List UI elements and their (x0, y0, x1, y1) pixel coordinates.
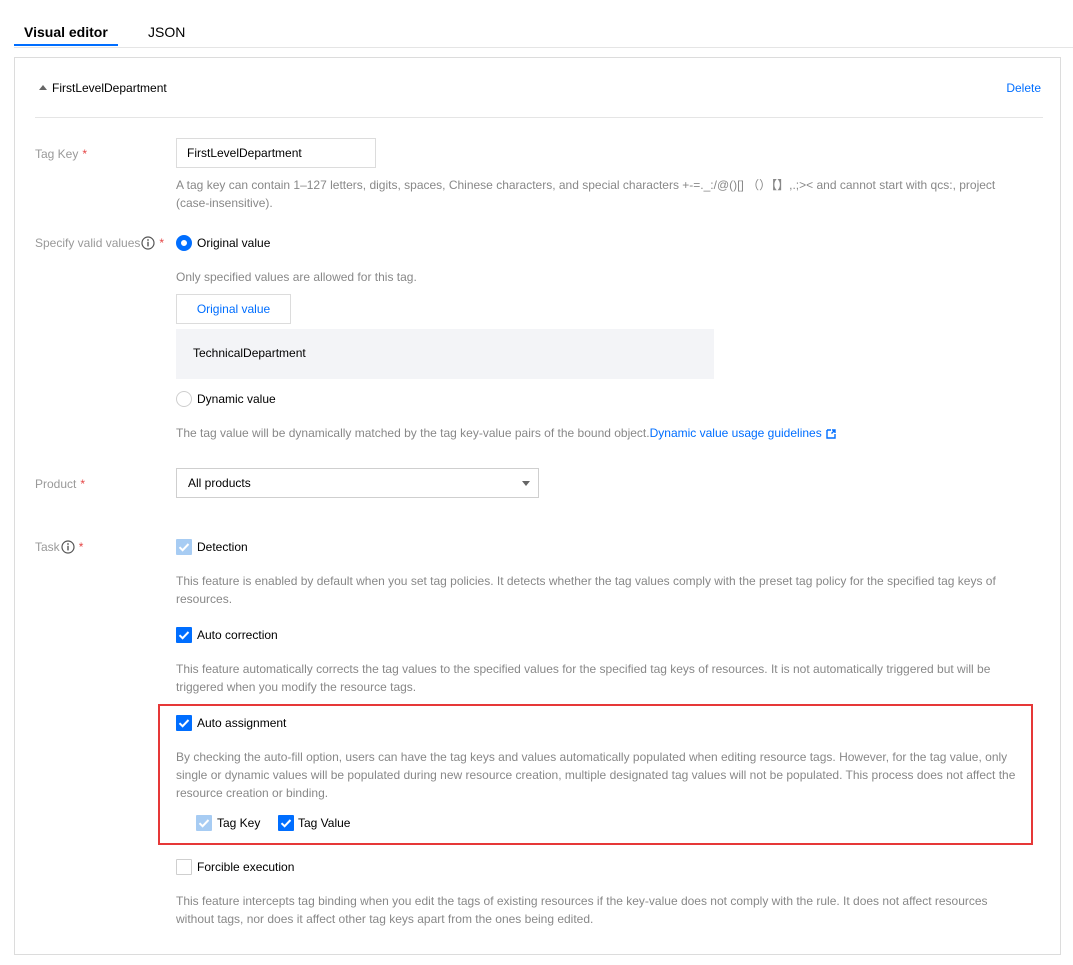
auto-assign-tag-value-label[interactable]: Tag Value (298, 815, 350, 831)
original-value-button[interactable]: Original value (176, 294, 291, 324)
tab-visual-editor[interactable]: Visual editor (24, 23, 108, 41)
dynamic-value-radio[interactable] (176, 391, 192, 407)
original-value-help: Only specified values are allowed for th… (176, 270, 417, 284)
forcible-execution-help-line-1: This feature intercepts tag binding when… (176, 894, 988, 908)
auto-correction-help-line-1: This feature automatically corrects the … (176, 662, 991, 676)
active-tab-indicator (14, 44, 118, 46)
tag-policy-panel: FirstLevelDepartment Delete Tag Key* A t… (14, 57, 1061, 955)
required-mark: * (78, 540, 84, 554)
dynamic-value-help: The tag value will be dynamically matche… (176, 424, 836, 444)
original-value-item: TechnicalDepartment (193, 346, 306, 360)
detection-label: Detection (197, 540, 248, 554)
product-select[interactable]: All products (176, 468, 539, 498)
tag-key-help-line-2: (case-insensitive). (176, 196, 273, 210)
auto-assignment-help-line-3: resource creation or binding. (176, 786, 329, 800)
tag-key-help-line-1: A tag key can contain 1–127 letters, dig… (176, 178, 996, 192)
tab-json[interactable]: JSON (148, 23, 185, 41)
original-value-label[interactable]: Original value (197, 235, 270, 251)
collapse-caret-icon[interactable] (39, 85, 47, 90)
tag-key-label-text: Tag Key (35, 147, 79, 161)
task-label-text: Task (35, 540, 60, 554)
editor-tabs: Visual editor JSON (14, 0, 1073, 48)
auto-correction-checkbox[interactable] (176, 627, 192, 643)
dynamic-value-help-text: The tag value will be dynamically matche… (176, 426, 650, 440)
detection-checkbox[interactable] (176, 539, 192, 555)
dynamic-value-guidelines-link[interactable]: Dynamic value usage guidelines (650, 426, 822, 440)
valid-values-label-text: Specify valid values (35, 236, 141, 250)
tag-key-label: Tag Key * (35, 146, 87, 162)
required-mark: * (80, 477, 86, 491)
external-link-icon[interactable] (826, 426, 836, 444)
auto-assign-tag-key-checkbox[interactable] (196, 815, 212, 831)
auto-correction-label[interactable]: Auto correction (197, 627, 278, 643)
auto-assignment-checkbox[interactable] (176, 715, 192, 731)
product-label-text: Product (35, 477, 77, 491)
auto-assignment-label[interactable]: Auto assignment (197, 715, 286, 731)
original-value-radio[interactable] (176, 235, 192, 251)
info-icon[interactable] (61, 540, 75, 558)
auto-assignment-help-line-2: single or dynamic values will be populat… (176, 768, 1016, 782)
section-title: FirstLevelDepartment (52, 81, 167, 95)
delete-link[interactable]: Delete (1006, 81, 1041, 95)
auto-assign-tag-key-label: Tag Key (217, 816, 261, 830)
detection-help-line-1: This feature is enabled by default when … (176, 574, 996, 588)
auto-correction-help-line-2: triggered when you modify the resource t… (176, 680, 417, 694)
required-mark: * (159, 236, 165, 250)
original-values-list: TechnicalDepartment (176, 329, 714, 379)
info-icon[interactable] (141, 236, 155, 254)
detection-help-line-2: resources. (176, 592, 233, 606)
divider (35, 117, 1043, 118)
valid-values-label: Specify valid values * (35, 235, 164, 254)
chevron-down-icon (522, 481, 530, 486)
dynamic-value-label[interactable]: Dynamic value (197, 391, 276, 407)
forcible-execution-label[interactable]: Forcible execution (197, 859, 294, 875)
task-label: Task * (35, 539, 83, 558)
required-mark: * (82, 147, 88, 161)
auto-assign-tag-value-checkbox[interactable] (278, 815, 294, 831)
auto-assignment-help-line-1: By checking the auto-fill option, users … (176, 750, 1008, 764)
forcible-execution-checkbox[interactable] (176, 859, 192, 875)
forcible-execution-help-line-2: without tags, nor does it affect other t… (176, 912, 594, 926)
product-label: Product * (35, 476, 85, 492)
product-selected-value: All products (188, 476, 251, 490)
tag-key-input[interactable] (176, 138, 376, 168)
